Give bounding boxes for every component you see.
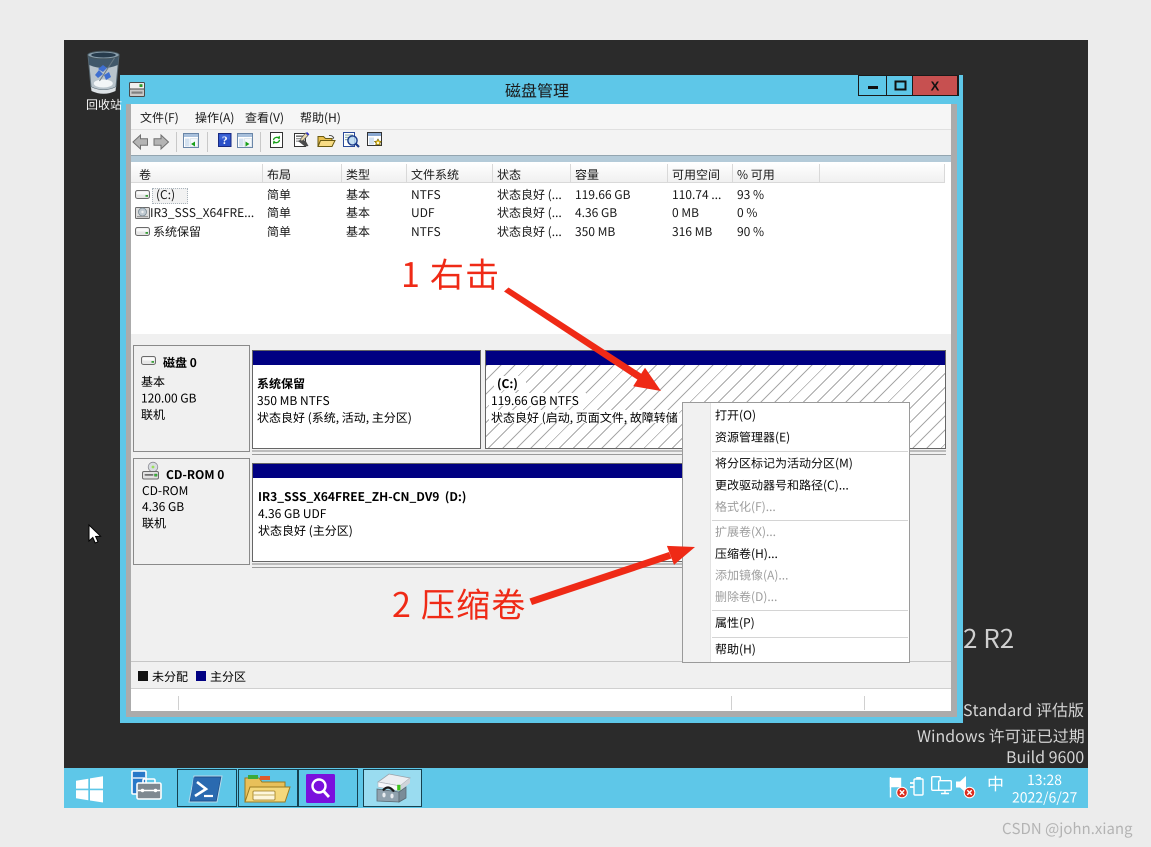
svg-text:X: X — [931, 79, 940, 94]
